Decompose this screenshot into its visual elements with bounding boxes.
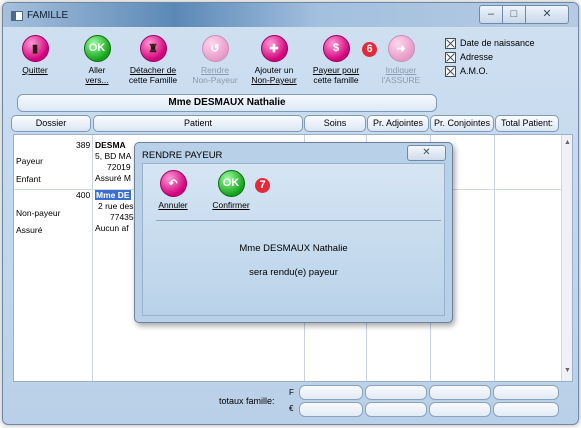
make-non-payer-label-1: Rendre [201,65,229,75]
row-dossier: 389 [76,140,91,150]
total-adjointes-euro [365,402,427,417]
famille-window: FAMILLE – □ ✕ ▮ Quitter OK Aller vers... … [2,2,579,425]
dialog-title: RENDRE PAYEUR [142,150,223,161]
quit-label: Quitter [22,65,48,75]
row-patient-address: 2 rue des [98,201,134,211]
payer-for-family-button[interactable]: $ Payeur pour cette famille [309,29,363,85]
detach-family-icon: ♜ [139,35,167,62]
checkbox-amo[interactable]: A.M.O. [445,66,535,77]
row-patient-postcode: 72019 [107,162,131,172]
make-non-payer-label-2: Non-Payeur [192,75,238,85]
dialog-message-name: Mme DESMAUX Nathalie [239,243,348,254]
window-title: FAMILLE [27,10,69,21]
detach-label-2: cette Famille [128,75,178,85]
vertical-scrollbar[interactable]: ▲ ▼ [561,135,572,381]
row-role: Payeur [16,156,43,166]
checkbox-birthdate[interactable]: Date de naissance [445,38,535,49]
col-pr-conjointes[interactable]: Pr. Conjointes [430,115,494,132]
checkbox-address-label: Adresse [460,52,494,62]
exit-door-icon: ▮ [21,35,49,62]
title-bar[interactable]: FAMILLE – □ ✕ [3,3,578,27]
payer-for-family-icon: $ [322,35,350,62]
quit-button[interactable]: ▮ Quitter [15,29,55,75]
checkbox-birthdate-label: Date de naissance [460,38,535,48]
payer-label-1: Payeur pour [312,65,360,75]
add-non-payer-label-1: Ajouter un [254,65,294,75]
row-role: Non-payeur [16,208,61,218]
col-soins[interactable]: Soins [304,115,366,132]
total-patient-euro [493,402,559,417]
step-6-badge: 6 [362,42,377,57]
insured-label-1: Indiquer [385,65,417,75]
checkbox-amo-label: A.M.O. [460,66,489,76]
go-to-button[interactable]: OK Aller vers... [77,29,117,85]
dialog-separator [156,220,441,221]
row-dossier: 400 [76,190,91,200]
go-to-label-2: vers... [85,75,109,85]
dialog-body: ↶ Annuler OK Confirmer 7 Mme DESMAUX Nat… [142,163,445,316]
step-7-badge: 7 [255,178,270,193]
col-pr-adjointes[interactable]: Pr. Adjointes [367,115,429,132]
column-divider [494,135,495,381]
window-app-icon [11,11,23,21]
add-non-payer-label-2: Non-Payeur [251,75,297,85]
add-non-payer-button[interactable]: ✚ Ajouter un Non-Payeur [249,29,299,85]
dialog-close-button[interactable]: ✕ [407,145,446,161]
col-total-patient[interactable]: Total Patient: [495,115,559,132]
scroll-down-arrow-icon[interactable]: ▼ [564,367,571,374]
dialog-message-action: sera rendu(e) payeur [249,267,338,278]
family-name-banner: Mme DESMAUX Nathalie [17,94,437,112]
close-window-button[interactable]: ✕ [525,5,569,24]
confirm-label: Confirmer [212,200,250,210]
totals-unit-euro: € [289,404,294,413]
ok-confirm-icon: OK [217,170,245,197]
toolbar: ▮ Quitter OK Aller vers... ♜ Détacher de c… [9,27,433,91]
make-non-payer-button[interactable]: ↺ Rendre Non-Payeur [190,29,240,85]
row-patient-insurance: Aucun af [95,223,129,233]
minimize-button[interactable]: – [479,5,503,24]
detach-label-1: Détacher de [129,65,177,75]
col-dossier[interactable]: Dossier [11,115,91,132]
payer-label-2: cette famille [313,75,359,85]
row-patient-insurance: Assuré M [95,173,131,183]
checkbox-address[interactable]: Adresse [445,52,535,63]
insured-label-2: l'ASSURE [381,75,421,85]
make-non-payer-icon: ↺ [201,35,229,62]
row-patient-name: DESMA [95,140,126,150]
go-to-label-1: Aller [88,65,106,75]
total-soins-f [299,385,363,400]
row-role: Assuré [16,225,43,235]
undo-arrow-icon: ↶ [159,170,187,197]
total-soins-euro [299,402,363,417]
row-patient-address: 5, BD MA [95,151,132,161]
row-patient-name-selected: Mme DE [95,190,131,200]
cancel-label: Annuler [158,200,188,210]
indicate-insured-icon: ➜ [387,35,415,62]
checkbox-checked-icon [445,52,456,63]
total-patient-f [493,385,559,400]
total-conjointes-euro [429,402,491,417]
scroll-up-arrow-icon[interactable]: ▲ [564,139,571,146]
col-patient[interactable]: Patient [93,115,303,132]
family-totals: totaux famille: F € [13,384,571,420]
column-divider [92,135,93,381]
add-non-payer-icon: ✚ [260,35,288,62]
detach-family-button[interactable]: ♜ Détacher de cette Famille [125,29,181,85]
display-options: Date de naissance Adresse A.M.O. [445,38,535,80]
total-adjointes-f [365,385,427,400]
confirm-button[interactable]: OK Confirmer [209,170,253,210]
checkbox-checked-icon [445,38,456,49]
totals-label: totaux famille: [219,396,275,406]
rendre-payeur-dialog: RENDRE PAYEUR ✕ ↶ Annuler OK Confirmer 7… [134,142,453,323]
cancel-button[interactable]: ↶ Annuler [155,170,191,210]
ok-go-icon: OK [83,35,111,62]
maximize-button[interactable]: □ [502,5,526,24]
total-conjointes-f [429,385,491,400]
indicate-insured-button[interactable]: ➜ Indiquer l'ASSURE [379,29,423,85]
row-patient-postcode: 77435 [110,212,134,222]
checkbox-checked-icon [445,66,456,77]
row-role: Enfant [16,174,41,184]
totals-unit-f: F [289,388,294,397]
